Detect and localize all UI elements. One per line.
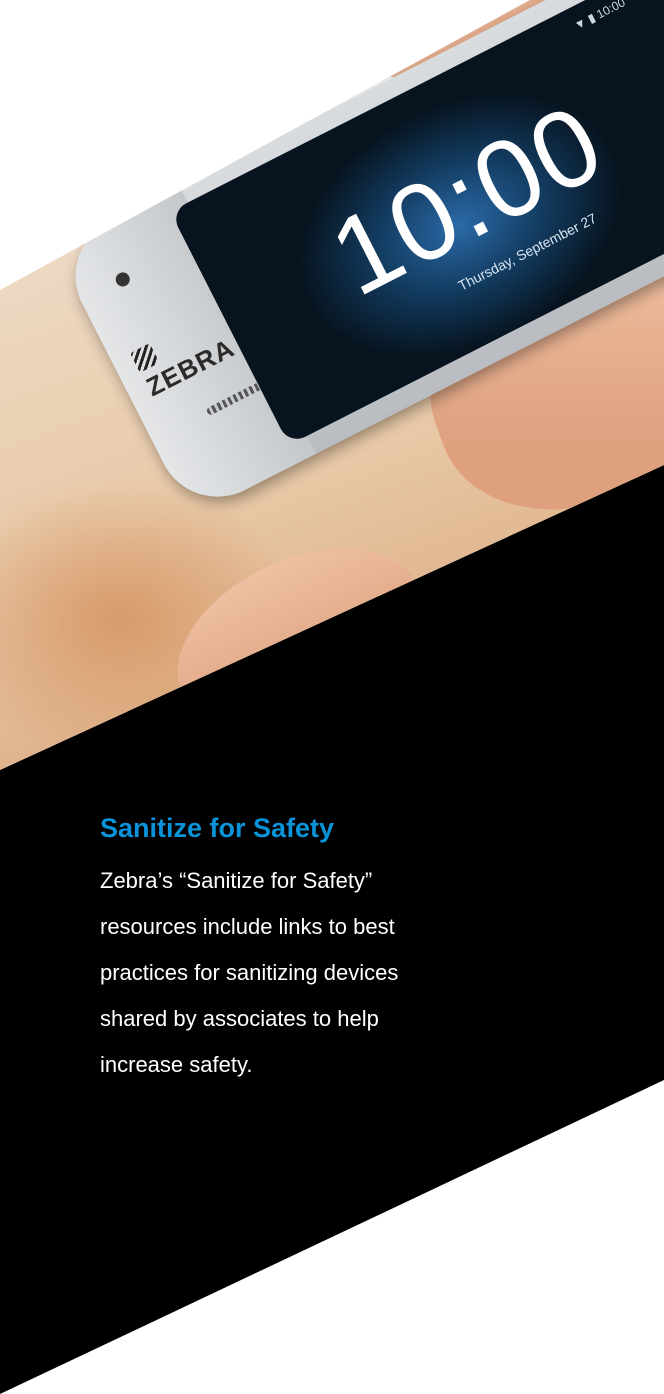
camera-icon [113, 270, 133, 289]
content-block: Sanitize for Safety Zebra’s “Sanitize fo… [100, 812, 560, 1088]
status-bar: ▼ ▮ 10:00 [571, 0, 628, 33]
body-text: Zebra’s “Sanitize for Safety” resources … [100, 858, 560, 1088]
body-line: Zebra’s “Sanitize for Safety” [100, 868, 373, 894]
body-line: shared by associates to help [100, 1006, 379, 1032]
body-line: practices for sanitizing devices [100, 960, 399, 986]
body-line: resources include links to best [100, 914, 395, 940]
section-heading: Sanitize for Safety [100, 813, 335, 843]
page: ZEBRA ▼ ▮ 10:00 10:00 Thursday, Septembe… [0, 0, 664, 1394]
brand-name: ZEBRA [141, 332, 240, 403]
body-line: increase safety. [100, 1052, 253, 1078]
